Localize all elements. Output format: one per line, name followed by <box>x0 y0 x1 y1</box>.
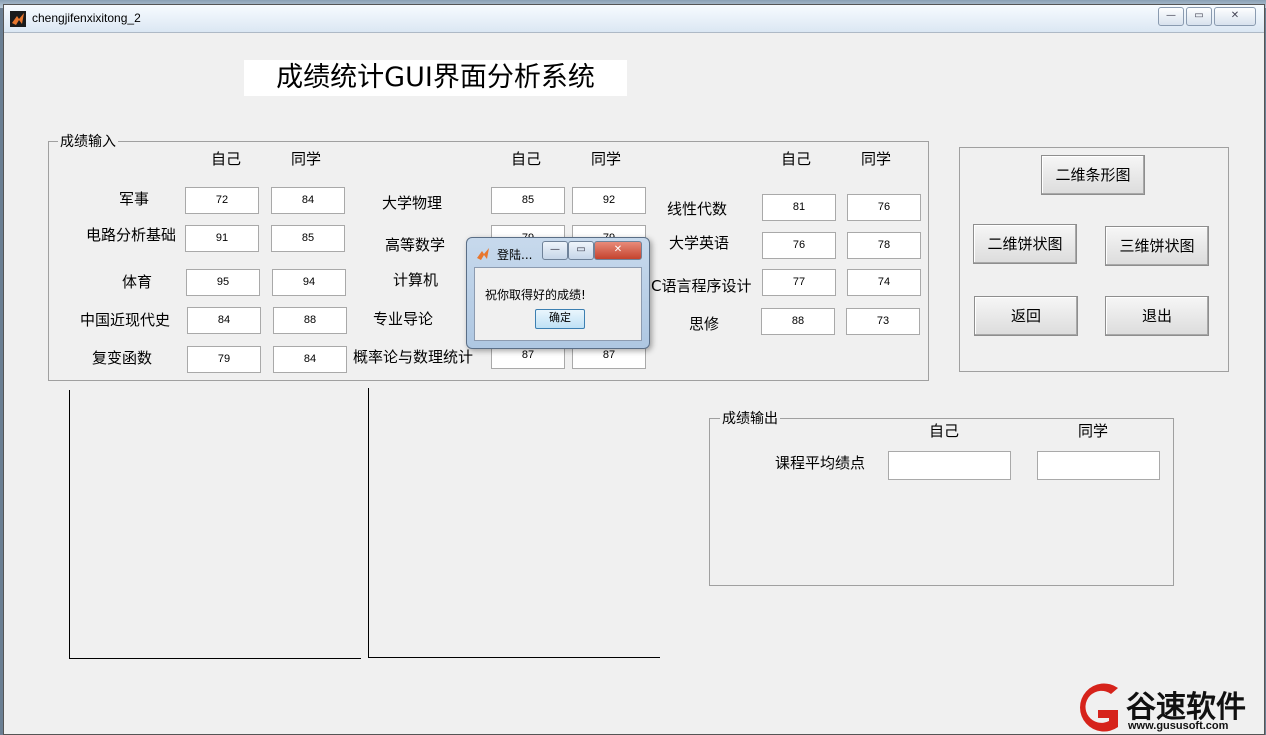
header-classmate-col3: 同学 <box>861 150 892 168</box>
score-input-complex-functions-classmate[interactable]: 84 <box>273 346 347 373</box>
back-button[interactable]: 返回 <box>974 296 1078 336</box>
score-input-c-programming-self[interactable]: 77 <box>762 269 836 296</box>
ok-button[interactable]: 确定 <box>535 309 585 329</box>
dialog-minimize-button[interactable]: — <box>542 241 568 260</box>
score-input-physics-classmate[interactable]: 92 <box>572 187 646 214</box>
header-self-col1: 自己 <box>211 150 242 168</box>
dialog-title: 登陆... <box>497 248 533 262</box>
watermark-url: www.gususoft.com <box>1128 720 1229 732</box>
title-bar: chengjifenxixitong_2 — ▭ ✕ <box>4 5 1264 33</box>
gusu-logo-icon <box>1080 683 1118 732</box>
page-title: 成绩统计GUI界面分析系统 <box>244 60 627 96</box>
output-header-self: 自己 <box>929 422 960 440</box>
score-input-linear-algebra-classmate[interactable]: 76 <box>847 194 921 221</box>
score-input-pe-classmate[interactable]: 94 <box>272 269 346 296</box>
subject-label-circuits: 电路分析基础 <box>86 226 177 244</box>
subject-label-ideology: 思修 <box>689 315 720 333</box>
dialog-body: 祝你取得好的成绩! 确定 <box>474 267 642 341</box>
header-classmate-col2: 同学 <box>591 150 622 168</box>
header-self-col2: 自己 <box>511 150 542 168</box>
score-input-english-self[interactable]: 76 <box>762 232 836 259</box>
dialog-message: 祝你取得好的成绩! <box>485 288 586 302</box>
minimize-button[interactable]: — <box>1158 7 1184 26</box>
score-input-military-classmate[interactable]: 84 <box>271 187 345 214</box>
subject-label-probability: 概率论与数理统计 <box>353 348 474 366</box>
login-dialog: 登陆... — ▭ ✕ 祝你取得好的成绩! 确定 <box>466 237 650 349</box>
output-panel-label: 成绩输出 <box>720 408 780 428</box>
pie-chart-3d-button[interactable]: 三维饼状图 <box>1105 226 1209 266</box>
subject-label-english: 大学英语 <box>669 234 730 252</box>
subject-label-physics: 大学物理 <box>382 194 443 212</box>
maximize-button[interactable]: ▭ <box>1186 7 1212 26</box>
gpa-label: 课程平均绩点 <box>775 454 866 472</box>
output-header-classmate: 同学 <box>1078 422 1109 440</box>
subject-label-linear-algebra: 线性代数 <box>667 200 728 218</box>
score-input-modern-history-classmate[interactable]: 88 <box>273 307 347 334</box>
subject-label-calculus: 高等数学 <box>385 236 446 254</box>
gpa-output-self[interactable] <box>888 451 1011 480</box>
subject-label-complex-functions: 复变函数 <box>92 349 153 367</box>
window-title: chengjifenxixitong_2 <box>32 11 141 25</box>
score-input-ideology-classmate[interactable]: 73 <box>846 308 920 335</box>
subject-label-computer: 计算机 <box>393 271 439 289</box>
dialog-maximize-button[interactable]: ▭ <box>568 241 594 260</box>
subject-label-military: 军事 <box>119 190 150 208</box>
header-self-col3: 自己 <box>781 150 812 168</box>
pie-chart-2d-button[interactable]: 二维饼状图 <box>973 224 1077 264</box>
score-input-circuits-classmate[interactable]: 85 <box>271 225 345 252</box>
dialog-close-button[interactable]: ✕ <box>594 241 642 260</box>
output-panel <box>709 418 1174 586</box>
axes1-y-axis <box>69 390 70 659</box>
matlab-icon <box>10 11 26 27</box>
matlab-icon <box>477 248 489 260</box>
subject-label-modern-history: 中国近现代史 <box>80 311 171 329</box>
subject-label-pe: 体育 <box>122 273 153 291</box>
score-input-linear-algebra-self[interactable]: 81 <box>762 194 836 221</box>
score-input-circuits-self[interactable]: 91 <box>185 225 259 252</box>
watermark: 谷速软件 www.gususoft.com <box>1068 680 1266 735</box>
bar-chart-2d-button[interactable]: 二维条形图 <box>1041 155 1145 195</box>
score-input-pe-self[interactable]: 95 <box>186 269 260 296</box>
axes1-x-axis <box>69 658 361 659</box>
score-input-ideology-self[interactable]: 88 <box>761 308 835 335</box>
axes2-x-axis <box>368 657 660 658</box>
header-classmate-col1: 同学 <box>291 150 322 168</box>
close-button[interactable]: ✕ <box>1214 7 1256 26</box>
score-input-c-programming-classmate[interactable]: 74 <box>847 269 921 296</box>
exit-button[interactable]: 退出 <box>1105 296 1209 336</box>
subject-label-major-intro: 专业导论 <box>373 310 434 328</box>
score-input-physics-self[interactable]: 85 <box>491 187 565 214</box>
score-input-complex-functions-self[interactable]: 79 <box>187 346 261 373</box>
axes2-y-axis <box>368 388 369 658</box>
gpa-output-classmate[interactable] <box>1037 451 1160 480</box>
subject-label-c-programming: C语言程序设计 <box>651 277 752 295</box>
score-input-modern-history-self[interactable]: 84 <box>187 307 261 334</box>
score-input-military-self[interactable]: 72 <box>185 187 259 214</box>
input-panel-label: 成绩输入 <box>58 131 118 151</box>
score-input-english-classmate[interactable]: 78 <box>847 232 921 259</box>
